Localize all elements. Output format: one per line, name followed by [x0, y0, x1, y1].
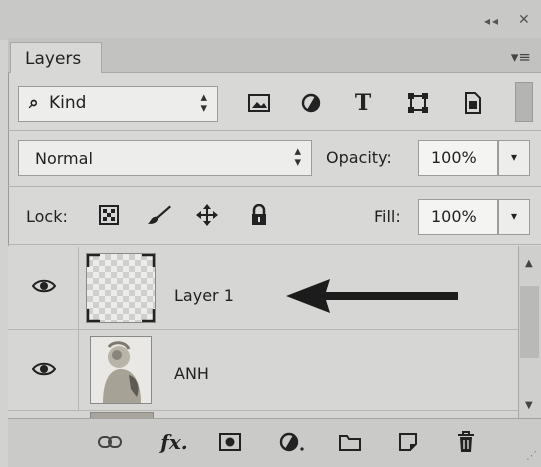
opacity-dropdown-button[interactable]: ▾: [498, 140, 530, 176]
lock-all-icon[interactable]: [246, 202, 272, 228]
search-icon: ⌕: [29, 93, 39, 113]
resize-grip-icon[interactable]: ⋰: [526, 449, 537, 462]
eye-icon[interactable]: [31, 275, 57, 299]
scrollbar-thumb[interactable]: [520, 286, 539, 358]
filter-kind-label: Kind: [49, 93, 87, 113]
layer-1-thumbnail[interactable]: [86, 253, 156, 323]
divider: [8, 130, 541, 131]
shape-filter-icon[interactable]: [405, 90, 431, 116]
layer-mask-icon[interactable]: [216, 428, 244, 456]
layer-row-anh[interactable]: [8, 330, 518, 411]
eye-icon[interactable]: [31, 358, 57, 382]
layer-name[interactable]: Layer 1: [174, 286, 234, 305]
scroll-down-arrow-icon[interactable]: ▼: [525, 400, 533, 411]
delete-trash-icon[interactable]: [452, 428, 480, 456]
double-chevron-left-icon[interactable]: ◂◂: [484, 14, 500, 28]
visibility-cell[interactable]: [8, 247, 79, 329]
opacity-value: 100%: [431, 148, 477, 167]
smart-object-filter-icon[interactable]: [460, 90, 486, 116]
adjustment-layer-icon[interactable]: [278, 428, 306, 456]
link-layers-icon[interactable]: [96, 428, 124, 456]
divider: [8, 186, 541, 187]
type-filter-icon[interactable]: T: [350, 90, 376, 116]
layer-style-icon[interactable]: fx.: [160, 428, 188, 456]
fill-label: Fill:: [374, 207, 401, 226]
fill-value: 100%: [431, 207, 477, 226]
filter-toggle-switch[interactable]: [515, 82, 533, 122]
tab-layers-label: Layers: [25, 49, 82, 69]
fill-input[interactable]: 100%: [418, 199, 498, 235]
pixel-filter-icon[interactable]: [246, 90, 272, 116]
anh-thumbnail[interactable]: [90, 336, 152, 404]
visibility-cell[interactable]: [8, 330, 79, 410]
tab-layers[interactable]: Layers: [10, 42, 102, 73]
layer-name[interactable]: ANH: [174, 364, 209, 383]
blend-mode-select[interactable]: Normal ▴ ▾: [18, 140, 312, 176]
lock-position-icon[interactable]: [194, 202, 220, 228]
divider: [8, 244, 541, 245]
blend-mode-value: Normal: [35, 149, 93, 168]
fill-dropdown-button[interactable]: ▾: [498, 199, 530, 235]
lock-image-pixels-icon[interactable]: [146, 202, 172, 228]
lock-transparent-pixels-icon[interactable]: [96, 202, 122, 228]
opacity-input[interactable]: 100%: [418, 140, 498, 176]
panel-menu-icon[interactable]: ▾≡: [511, 48, 531, 66]
filter-kind-select[interactable]: ⌕ Kind ▴ ▾: [18, 86, 218, 122]
updown-arrows-icon: ▴ ▾: [200, 90, 207, 116]
new-layer-icon[interactable]: [394, 428, 422, 456]
updown-arrows-icon: ▴ ▾: [294, 144, 301, 170]
lock-label: Lock:: [26, 207, 68, 226]
scroll-up-arrow-icon[interactable]: ▲: [525, 258, 533, 269]
adjustment-filter-icon[interactable]: [298, 90, 324, 116]
close-icon[interactable]: ✕: [518, 12, 532, 28]
opacity-label: Opacity:: [326, 148, 392, 167]
panel-title-bar: [0, 0, 541, 40]
group-folder-icon[interactable]: [336, 428, 364, 456]
pointer-arrow-annotation: [286, 279, 458, 313]
